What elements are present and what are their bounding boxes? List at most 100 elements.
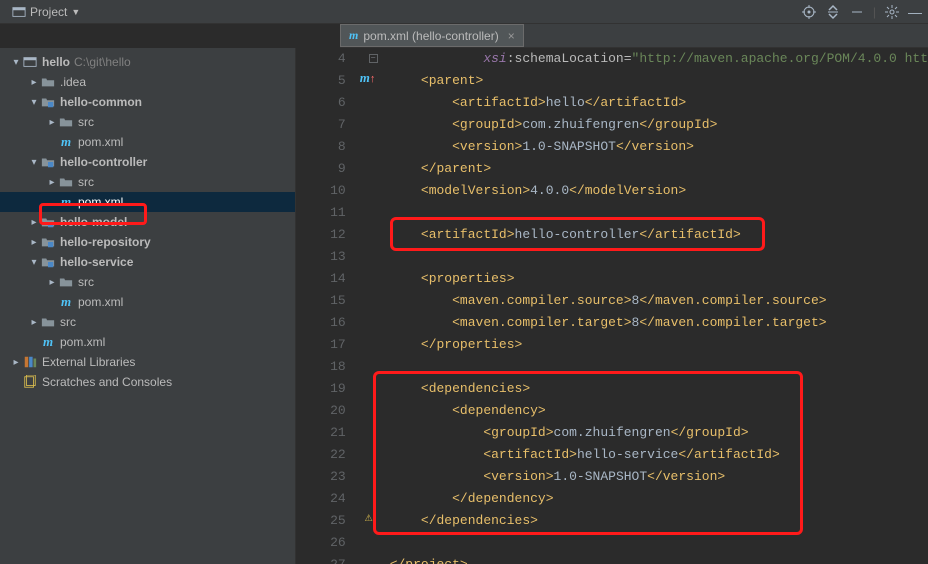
tree-row-hello-common[interactable]: ▾hello-common: [0, 92, 295, 112]
code-line[interactable]: <version>1.0-SNAPSHOT</version>: [390, 136, 928, 158]
project-dropdown[interactable]: Project ▼: [6, 3, 86, 21]
lib-icon: [22, 355, 38, 369]
chevron-icon[interactable]: ▾: [10, 57, 22, 68]
code-line[interactable]: </parent>: [390, 158, 928, 180]
code-line[interactable]: <modelVersion>4.0.0</modelVersion>: [390, 180, 928, 202]
chevron-icon[interactable]: ▸: [28, 317, 40, 328]
module-icon: [40, 95, 56, 109]
code-line[interactable]: [390, 356, 928, 378]
code-line[interactable]: <dependencies>: [390, 378, 928, 400]
tree-row-Scratches-and-Consoles[interactable]: Scratches and Consoles: [0, 372, 295, 392]
chevron-icon[interactable]: ▸: [28, 217, 40, 228]
tree-row--idea[interactable]: ▸ .idea: [0, 72, 295, 92]
line-number: 18: [296, 356, 346, 378]
chevron-icon[interactable]: ▾: [28, 257, 40, 268]
code-line[interactable]: <properties>: [390, 268, 928, 290]
chevron-icon[interactable]: ▸: [28, 237, 40, 248]
code-line[interactable]: <artifactId>hello</artifactId>: [390, 92, 928, 114]
collapse-icon[interactable]: [849, 4, 865, 20]
chevron-icon[interactable]: ▾: [28, 97, 40, 108]
line-number: 25: [296, 510, 346, 532]
code-line[interactable]: [390, 532, 928, 554]
folder-icon: [58, 175, 74, 189]
chevron-icon[interactable]: ▸: [28, 77, 40, 88]
line-number: 19: [296, 378, 346, 400]
line-number: 9: [296, 158, 346, 180]
tree-row-src[interactable]: ▸src: [0, 312, 295, 332]
code-line[interactable]: <artifactId>hello-service</artifactId>: [390, 444, 928, 466]
code-line[interactable]: <parent>: [390, 70, 928, 92]
line-number: 22: [296, 444, 346, 466]
code-line[interactable]: </properties>: [390, 334, 928, 356]
target-icon[interactable]: [801, 4, 817, 20]
line-number: 7: [296, 114, 346, 136]
warning-icon: ⚠: [365, 510, 373, 525]
tree-row-hello-model[interactable]: ▸hello-model: [0, 212, 295, 232]
tree-row-src[interactable]: ▸src: [0, 112, 295, 132]
chevron-icon[interactable]: ▸: [10, 357, 22, 368]
project-tree[interactable]: ▾helloC:\git\hello▸.idea▾hello-common▸sr…: [0, 48, 296, 564]
tree-row-pom-xml[interactable]: mpom.xml: [0, 132, 295, 152]
chevron-icon[interactable]: ▾: [28, 157, 40, 168]
code-line[interactable]: <groupId>com.zhuifengren</groupId>: [390, 422, 928, 444]
tab-pom-xml[interactable]: m pom.xml (hello-controller) ×: [340, 24, 524, 47]
tab-label: pom.xml (hello-controller): [363, 29, 498, 43]
chevron-icon[interactable]: ▸: [46, 177, 58, 188]
code-line[interactable]: <dependency>: [390, 400, 928, 422]
module-icon: [40, 235, 56, 249]
line-number: 14: [296, 268, 346, 290]
tree-row-hello-controller[interactable]: ▾ hello-controller: [0, 152, 295, 172]
code-line[interactable]: <artifactId>hello-controller</artifactId…: [390, 224, 928, 246]
tree-row-hello-service[interactable]: ▾hello-service: [0, 252, 295, 272]
code-editor[interactable]: 4567891011121314151617181920212223242526…: [296, 48, 928, 564]
module-icon: [40, 155, 56, 169]
m-icon: m: [40, 334, 56, 350]
gear-icon[interactable]: [884, 4, 900, 20]
line-number: 23: [296, 466, 346, 488]
code-line[interactable]: <maven.compiler.source>8</maven.compiler…: [390, 290, 928, 312]
tree-row-pom-xml[interactable]: m pom.xml: [0, 332, 295, 352]
line-number: 5: [296, 70, 346, 92]
project-label-text: Project: [30, 5, 67, 19]
code-line[interactable]: <version>1.0-SNAPSHOT</version>: [390, 466, 928, 488]
line-number: 11: [296, 202, 346, 224]
tree-row-src[interactable]: ▸src: [0, 272, 295, 292]
hide-icon[interactable]: —: [908, 4, 922, 20]
close-icon[interactable]: ×: [508, 29, 515, 43]
code-line[interactable]: [390, 202, 928, 224]
tree-row-src[interactable]: ▸src: [0, 172, 295, 192]
line-number: 6: [296, 92, 346, 114]
tree-label: pom.xml: [60, 335, 105, 349]
tree-label: hello-controller: [60, 155, 147, 169]
fold-icon[interactable]: −: [369, 54, 378, 63]
folder-icon: [40, 315, 56, 329]
expand-icon[interactable]: [825, 4, 841, 20]
code-line[interactable]: [390, 246, 928, 268]
code-line[interactable]: </project>: [390, 554, 928, 564]
maven-up-icon: m↑: [360, 70, 376, 86]
line-number: 27: [296, 554, 346, 564]
code-line[interactable]: </dependency>: [390, 488, 928, 510]
scratch-icon: [22, 375, 38, 389]
tree-label: .idea: [60, 75, 86, 89]
tree-label: Scratches and Consoles: [42, 375, 172, 389]
tree-row-hello[interactable]: ▾helloC:\git\hello: [0, 52, 295, 72]
code-line[interactable]: </dependencies>: [390, 510, 928, 532]
tree-row-hello-repository[interactable]: ▸hello-repository: [0, 232, 295, 252]
tree-row-pom-xml[interactable]: mpom.xml: [0, 292, 295, 312]
line-number: 21: [296, 422, 346, 444]
code-line[interactable]: <groupId>com.zhuifengren</groupId>: [390, 114, 928, 136]
chevron-icon[interactable]: ▸: [46, 277, 58, 288]
tree-label: pom.xml: [78, 295, 123, 309]
maven-icon: m: [349, 28, 358, 43]
chevron-icon[interactable]: ▸: [46, 117, 58, 128]
folder-icon: [58, 115, 74, 129]
folder-icon: [40, 75, 56, 89]
tree-row-External-Libraries[interactable]: ▸External Libraries: [0, 352, 295, 372]
tree-row-pom-xml[interactable]: mpom.xml: [0, 192, 295, 212]
code-line[interactable]: <maven.compiler.target>8</maven.compiler…: [390, 312, 928, 334]
line-number: 26: [296, 532, 346, 554]
code-line[interactable]: xsi:schemaLocation="http://maven.apache.…: [390, 48, 928, 70]
m-icon: m: [58, 134, 74, 150]
line-number: 24: [296, 488, 346, 510]
